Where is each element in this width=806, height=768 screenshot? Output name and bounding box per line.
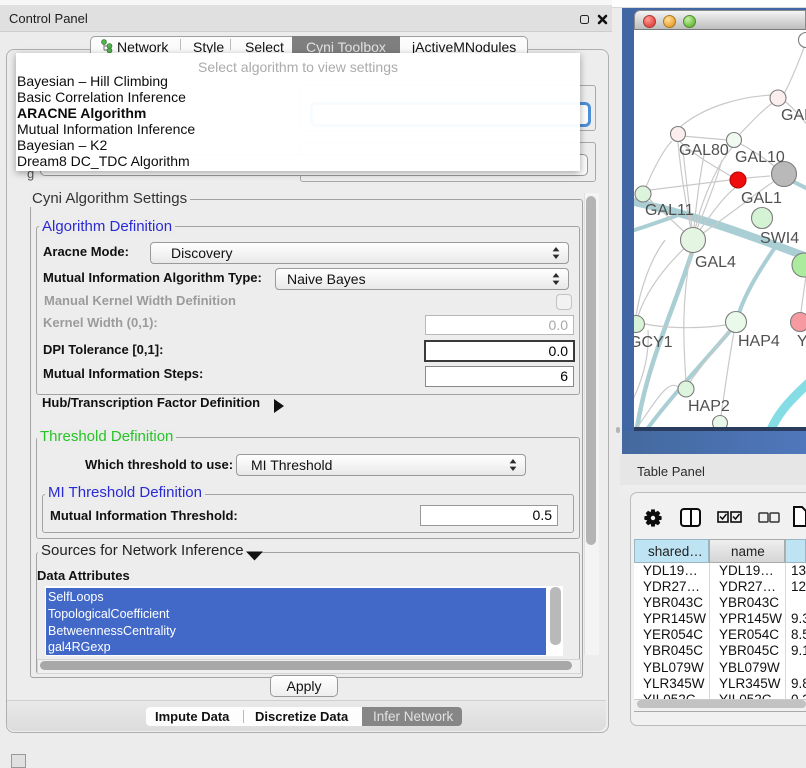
- svg-text:GCY1: GCY1: [634, 334, 673, 351]
- svg-text:GAL11: GAL11: [645, 202, 694, 219]
- svg-text:HAP4: HAP4: [738, 333, 780, 350]
- svg-text:GAL7: GAL7: [781, 107, 806, 124]
- svg-text:YJ: YJ: [797, 333, 806, 350]
- svg-text:GAL4: GAL4: [695, 254, 736, 271]
- svg-text:SWI4: SWI4: [760, 230, 799, 247]
- svg-text:HAP2: HAP2: [688, 398, 730, 415]
- svg-text:GAL10: GAL10: [735, 149, 785, 166]
- svg-text:GAL80: GAL80: [679, 142, 729, 159]
- svg-text:GAL1: GAL1: [741, 190, 782, 207]
